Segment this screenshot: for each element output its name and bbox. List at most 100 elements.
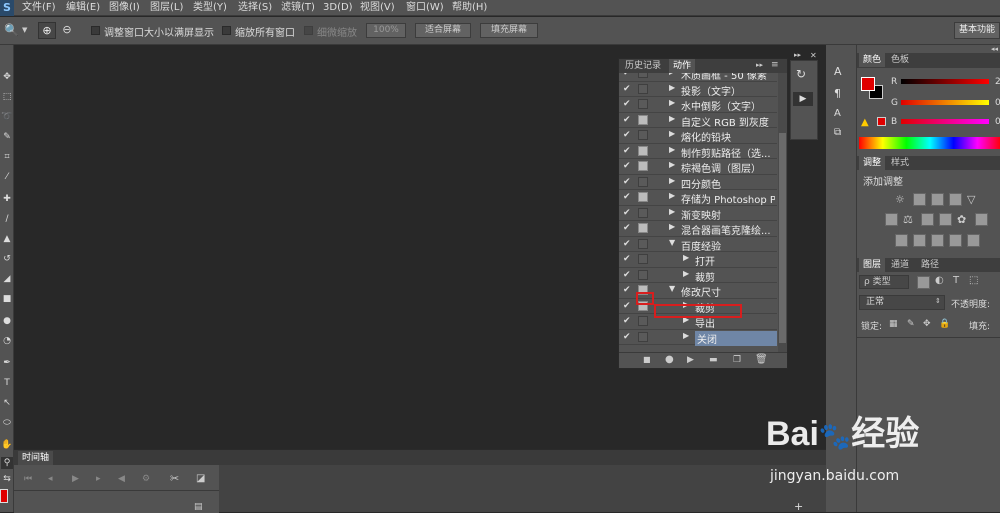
action-enabled-check-icon[interactable]: ✔: [623, 239, 633, 249]
dialog-toggle-box[interactable]: [638, 238, 648, 249]
action-row[interactable]: ✔ ▼ 百度经验: [619, 237, 777, 253]
action-enabled-check-icon[interactable]: ✔: [623, 332, 633, 342]
dialog-toggle-box[interactable]: [638, 316, 648, 326]
action-enabled-check-icon[interactable]: ✔: [623, 316, 633, 326]
menu-item[interactable]: 滤镜(T): [281, 1, 315, 15]
action-enabled-check-icon[interactable]: ✔: [623, 254, 633, 264]
zoom-in-icon[interactable]: ⊕: [38, 22, 56, 39]
lock-pixels-icon[interactable]: ✎: [907, 319, 915, 329]
expand-down-icon[interactable]: ▼: [669, 284, 675, 293]
action-enabled-check-icon[interactable]: ✔: [623, 99, 633, 109]
tab-paths[interactable]: 路径: [917, 258, 943, 272]
expand-right-icon[interactable]: ▶: [669, 145, 675, 154]
swap-colors-icon[interactable]: ⇆: [1, 473, 13, 485]
action-enabled-check-icon[interactable]: ✔: [623, 146, 633, 156]
menu-item[interactable]: 视图(V): [360, 1, 395, 15]
action-row[interactable]: ✔ ▶ 水中倒影（文字）: [619, 97, 777, 113]
crop-tool-icon[interactable]: ⌗: [1, 151, 13, 163]
action-row[interactable]: ✔ ▶ 自定义 RGB 到灰度: [619, 113, 777, 129]
actions-scrollbar[interactable]: [778, 73, 787, 352]
action-enabled-check-icon[interactable]: ✔: [623, 130, 633, 140]
path-select-tool-icon[interactable]: ↖: [1, 397, 13, 409]
invert-icon[interactable]: [895, 234, 908, 247]
prev-frame-icon[interactable]: ◂: [48, 474, 53, 484]
hue-adjust-icon[interactable]: [885, 213, 898, 226]
quick-select-tool-icon[interactable]: ✎: [1, 131, 13, 143]
stamp-tool-icon[interactable]: ▲: [1, 233, 13, 245]
action-enabled-check-icon[interactable]: ✔: [623, 73, 633, 78]
menu-item[interactable]: 图层(L): [150, 1, 183, 15]
folder-icon[interactable]: ▬: [709, 355, 718, 365]
expand-right-icon[interactable]: ▶: [669, 176, 675, 185]
tab-swatches[interactable]: 色板: [887, 53, 913, 67]
play-icon[interactable]: ▶: [72, 474, 79, 484]
dialog-toggle-box[interactable]: [638, 161, 648, 171]
tab-actions[interactable]: 动作: [669, 59, 696, 73]
scrubby-checkbox[interactable]: [304, 26, 313, 35]
lock-transparent-icon[interactable]: ▦: [889, 319, 898, 329]
scrollbar-thumb[interactable]: [779, 133, 786, 343]
r-value[interactable]: 2: [995, 77, 1000, 87]
tab-color[interactable]: 颜色: [859, 53, 886, 67]
history-icon[interactable]: ↻: [796, 67, 806, 81]
expand-right-icon[interactable]: ▶: [669, 83, 675, 92]
dialog-toggle-box[interactable]: [638, 223, 648, 233]
healing-tool-icon[interactable]: ✚: [1, 193, 13, 205]
lasso-tool-icon[interactable]: ➰: [1, 111, 13, 123]
selective-color-icon[interactable]: [949, 234, 962, 247]
dialog-toggle-box[interactable]: [638, 269, 648, 280]
first-frame-icon[interactable]: ⏮: [24, 474, 32, 484]
b-value[interactable]: 0: [995, 117, 1000, 127]
lock-all-icon[interactable]: 🔒: [939, 319, 950, 329]
vibrance-adjust-icon[interactable]: ▽: [967, 193, 980, 206]
dialog-toggle-box[interactable]: [638, 99, 648, 109]
menu-item[interactable]: 选择(S): [238, 1, 272, 15]
action-enabled-check-icon[interactable]: ✔: [623, 177, 633, 187]
gradient-tool-icon[interactable]: ■: [1, 293, 13, 305]
type-tool-icon[interactable]: T: [1, 377, 13, 389]
black-white-icon[interactable]: [921, 213, 934, 226]
websafe-color-icon[interactable]: [877, 117, 886, 126]
filter-shape-icon[interactable]: ⬚: [969, 275, 978, 286]
tab-styles[interactable]: 样式: [887, 156, 913, 170]
expand-right-icon[interactable]: ▶: [669, 160, 675, 169]
menu-item[interactable]: 编辑(E): [66, 1, 100, 15]
expand-right-icon[interactable]: ▶: [683, 331, 689, 340]
foreground-color-swatch[interactable]: [861, 77, 875, 91]
expand-right-icon[interactable]: ▶: [669, 129, 675, 138]
dodge-tool-icon[interactable]: ◔: [1, 335, 13, 347]
gamut-warning-icon[interactable]: ▲: [861, 117, 869, 128]
color-spectrum-bar[interactable]: [859, 137, 1000, 149]
add-track-icon[interactable]: +: [794, 500, 803, 513]
paragraph-panel-icon[interactable]: ¶: [834, 87, 841, 100]
color-balance-icon[interactable]: ⚖: [903, 213, 916, 226]
menu-item[interactable]: 帮助(H): [452, 1, 487, 15]
action-enabled-check-icon[interactable]: ✔: [623, 301, 633, 311]
tab-adjustments[interactable]: 调整: [859, 156, 886, 170]
g-slider[interactable]: [901, 100, 989, 105]
r-slider[interactable]: [901, 79, 989, 84]
layer-kind-filter[interactable]: ρ 类型: [859, 275, 909, 289]
action-row[interactable]: ✔ ▶ 熔化的铅块: [619, 128, 777, 144]
action-enabled-check-icon[interactable]: ✔: [623, 285, 633, 295]
tab-timeline[interactable]: 时间轴: [18, 451, 54, 465]
transition-icon[interactable]: ◪: [196, 473, 205, 484]
action-enabled-check-icon[interactable]: ✔: [623, 223, 633, 233]
eyedropper-tool-icon[interactable]: ⁄: [1, 171, 13, 183]
tool-preset-dropdown-icon[interactable]: ▼: [22, 26, 27, 34]
menu-item[interactable]: 3D(D): [323, 1, 353, 15]
fit-screen-button[interactable]: 适合屏幕: [415, 23, 471, 38]
zoom-tool-icon[interactable]: 🔍: [4, 23, 19, 37]
g-value[interactable]: 0: [995, 98, 1000, 108]
action-row[interactable]: ✔ ▶ 混合器画笔克隆绘...: [619, 221, 777, 237]
action-enabled-check-icon[interactable]: ✔: [623, 270, 633, 280]
expand-down-icon[interactable]: ▼: [669, 238, 675, 247]
dialog-toggle-box[interactable]: [638, 145, 648, 156]
expand-right-icon[interactable]: ▶: [683, 253, 689, 262]
actions-play-icon[interactable]: ▶: [793, 92, 813, 106]
zoom-100-button[interactable]: 100%: [366, 23, 406, 38]
expand-right-icon[interactable]: ▶: [669, 222, 675, 231]
collapse-panels-icon[interactable]: ◂◂: [991, 45, 998, 53]
action-row[interactable]: ✔ ▶ 投影（文字）: [619, 82, 777, 98]
menu-item[interactable]: 文件(F): [22, 1, 56, 15]
